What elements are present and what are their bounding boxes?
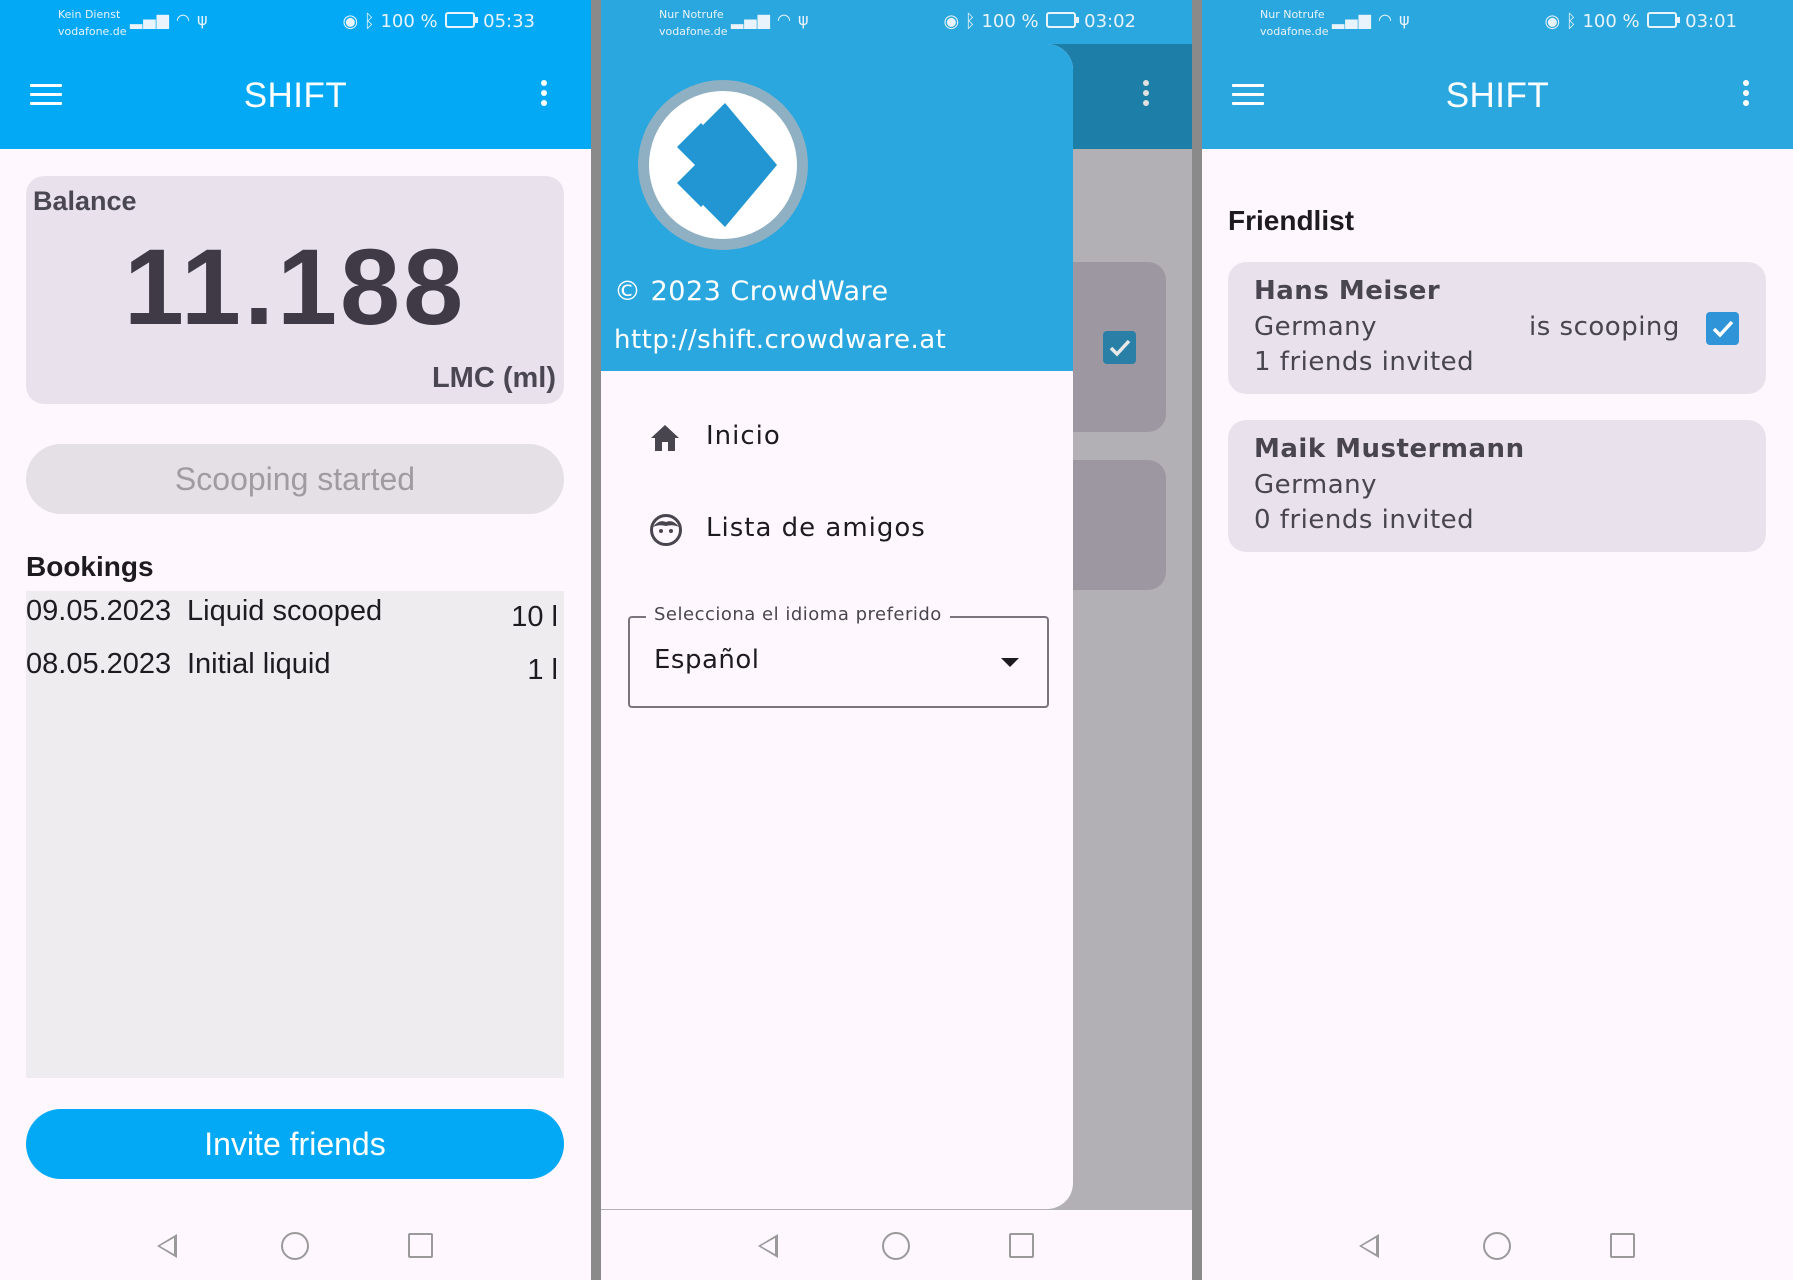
dimmed-checkbox bbox=[1103, 331, 1136, 364]
drawer-item-label: Lista de amigos bbox=[706, 513, 926, 543]
language-select[interactable]: Selecciona el idioma preferido Español bbox=[628, 604, 1049, 708]
home-screen: Kein Dienst vodafone.de ▂▄▆ ◠ ψ ◉ ᛒ 100 … bbox=[0, 0, 591, 1280]
more-options-icon[interactable] bbox=[541, 80, 549, 112]
status-bar: Kein Dienst vodafone.de ▂▄▆ ◠ ψ ◉ ᛒ 100 … bbox=[0, 0, 591, 44]
friend-status: is scooping bbox=[1529, 312, 1680, 342]
carrier-text: Kein Dienst vodafone.de bbox=[58, 8, 127, 38]
booking-row: 09.05.2023 Liquid scooped 10 l bbox=[26, 591, 564, 644]
carrier-text: Nur Notrufe vodafone.de bbox=[1260, 8, 1329, 38]
copyright-text: © 2023 CrowdWare bbox=[614, 276, 889, 307]
drawer-screen: Nur Notrufe vodafone.de ▂▄▆ ◠ ψ ◉ ᛒ 100 … bbox=[601, 0, 1192, 1280]
bookings-title: Bookings bbox=[26, 551, 154, 582]
crowdware-logo bbox=[638, 80, 808, 250]
recents-icon[interactable] bbox=[1009, 1233, 1034, 1258]
booking-description: Initial liquid bbox=[187, 648, 331, 680]
recents-icon[interactable] bbox=[1610, 1233, 1635, 1258]
clock: 03:01 bbox=[1685, 11, 1737, 32]
recents-icon[interactable] bbox=[408, 1233, 433, 1258]
back-icon[interactable] bbox=[1359, 1234, 1379, 1258]
system-nav-bar bbox=[601, 1210, 1192, 1280]
friend-invited-count: 1 friends invited bbox=[1254, 347, 1475, 377]
battery-percent: 100 % bbox=[1582, 11, 1640, 32]
booking-date: 09.05.2023 bbox=[26, 595, 172, 627]
app-bar: Nur Notrufe vodafone.de ▂▄▆ ◠ ψ ◉ ᛒ 100 … bbox=[1202, 0, 1793, 149]
battery-icon bbox=[445, 12, 479, 28]
back-icon[interactable] bbox=[758, 1234, 778, 1258]
eye-icon: ◉ bbox=[342, 11, 359, 32]
eye-icon: ◉ bbox=[1544, 11, 1561, 32]
friend-country: Germany bbox=[1254, 470, 1378, 500]
booking-row: 08.05.2023 Initial liquid 1 l bbox=[26, 644, 564, 697]
signal-icon: ▂▄▆ ◠ ψ bbox=[1332, 10, 1411, 29]
home-circle-icon[interactable] bbox=[1483, 1232, 1511, 1260]
balance-label: Balance bbox=[33, 186, 137, 216]
navigation-drawer: © 2023 CrowdWare http://shift.crowdware.… bbox=[601, 44, 1073, 1209]
invite-friends-button[interactable]: Invite friends bbox=[26, 1109, 564, 1179]
bluetooth-icon: ᛒ bbox=[363, 11, 375, 32]
status-bar: Nur Notrufe vodafone.de ▂▄▆ ◠ ψ ◉ ᛒ 100 … bbox=[1202, 0, 1793, 44]
dropdown-arrow-icon[interactable] bbox=[1001, 658, 1019, 667]
friend-country: Germany bbox=[1254, 312, 1378, 342]
drawer-item-label: Inicio bbox=[706, 421, 781, 451]
status-right: ◉ ᛒ 100 % 03:02 bbox=[943, 11, 1136, 32]
clock: 05:33 bbox=[483, 11, 535, 32]
battery-icon bbox=[1046, 12, 1080, 28]
bookings-list[interactable]: 09.05.2023 Liquid scooped 10 l 08.05.202… bbox=[26, 591, 564, 1078]
booking-description: Liquid scooped bbox=[187, 595, 383, 627]
check-icon bbox=[1712, 320, 1734, 338]
booking-amount: 10 l bbox=[511, 601, 558, 633]
app-title: SHIFT bbox=[1445, 76, 1550, 115]
battery-percent: 100 % bbox=[981, 11, 1039, 32]
status-bar: Nur Notrufe vodafone.de ▂▄▆ ◠ ψ ◉ ᛒ 100 … bbox=[601, 0, 1192, 44]
scooping-checkbox[interactable] bbox=[1706, 312, 1739, 345]
home-circle-icon[interactable] bbox=[281, 1232, 309, 1260]
app-title: SHIFT bbox=[243, 76, 348, 115]
friendlist-title: Friendlist bbox=[1228, 205, 1355, 236]
friend-name: Hans Meiser bbox=[1254, 276, 1441, 306]
home-circle-icon[interactable] bbox=[882, 1232, 910, 1260]
battery-icon bbox=[1647, 12, 1681, 28]
bluetooth-icon: ᛒ bbox=[1565, 11, 1577, 32]
booking-date: 08.05.2023 bbox=[26, 648, 172, 680]
clock: 03:02 bbox=[1084, 11, 1136, 32]
system-nav-bar bbox=[1202, 1210, 1793, 1280]
friend-invited-count: 0 friends invited bbox=[1254, 505, 1475, 535]
status-right: ◉ ᛒ 100 % 03:01 bbox=[1544, 11, 1737, 32]
system-nav-bar bbox=[0, 1210, 591, 1280]
battery-percent: 100 % bbox=[380, 11, 438, 32]
carrier-text: Nur Notrufe vodafone.de bbox=[659, 8, 728, 38]
friend-card[interactable]: Maik Mustermann Germany 0 friends invite… bbox=[1228, 420, 1766, 552]
friend-card[interactable]: Hans Meiser Germany 1 friends invited is… bbox=[1228, 262, 1766, 394]
back-icon[interactable] bbox=[157, 1234, 177, 1258]
drawer-item-inicio[interactable]: Inicio bbox=[649, 411, 1049, 467]
friendlist-screen: Nur Notrufe vodafone.de ▂▄▆ ◠ ψ ◉ ᛒ 100 … bbox=[1202, 0, 1793, 1280]
signal-icon: ▂▄▆ ◠ ψ bbox=[130, 10, 209, 29]
more-options-icon bbox=[1143, 80, 1151, 112]
friend-name: Maik Mustermann bbox=[1254, 434, 1525, 464]
bluetooth-icon: ᛒ bbox=[964, 11, 976, 32]
eye-icon: ◉ bbox=[943, 11, 960, 32]
more-options-icon[interactable] bbox=[1743, 80, 1751, 112]
home-icon bbox=[651, 425, 679, 451]
language-select-label: Selecciona el idioma preferido bbox=[646, 604, 950, 625]
app-bar: Kein Dienst vodafone.de ▂▄▆ ◠ ψ ◉ ᛒ 100 … bbox=[0, 0, 591, 149]
balance-unit: LMC (ml) bbox=[431, 362, 556, 394]
status-right: ◉ ᛒ 100 % 05:33 bbox=[342, 11, 535, 32]
signal-icon: ▂▄▆ ◠ ψ bbox=[731, 10, 810, 29]
website-link[interactable]: http://shift.crowdware.at bbox=[614, 325, 946, 355]
drawer-item-lista-de-amigos[interactable]: Lista de amigos bbox=[649, 503, 1049, 559]
face-icon bbox=[650, 514, 682, 546]
booking-amount: 1 l bbox=[527, 654, 558, 686]
balance-value: 11.188 bbox=[123, 226, 467, 347]
scooping-button[interactable]: Scooping started bbox=[26, 444, 564, 514]
balance-card: Balance 11.188 LMC (ml) bbox=[26, 176, 564, 404]
drawer-header: © 2023 CrowdWare http://shift.crowdware.… bbox=[601, 44, 1073, 371]
language-select-value: Español bbox=[654, 645, 760, 675]
